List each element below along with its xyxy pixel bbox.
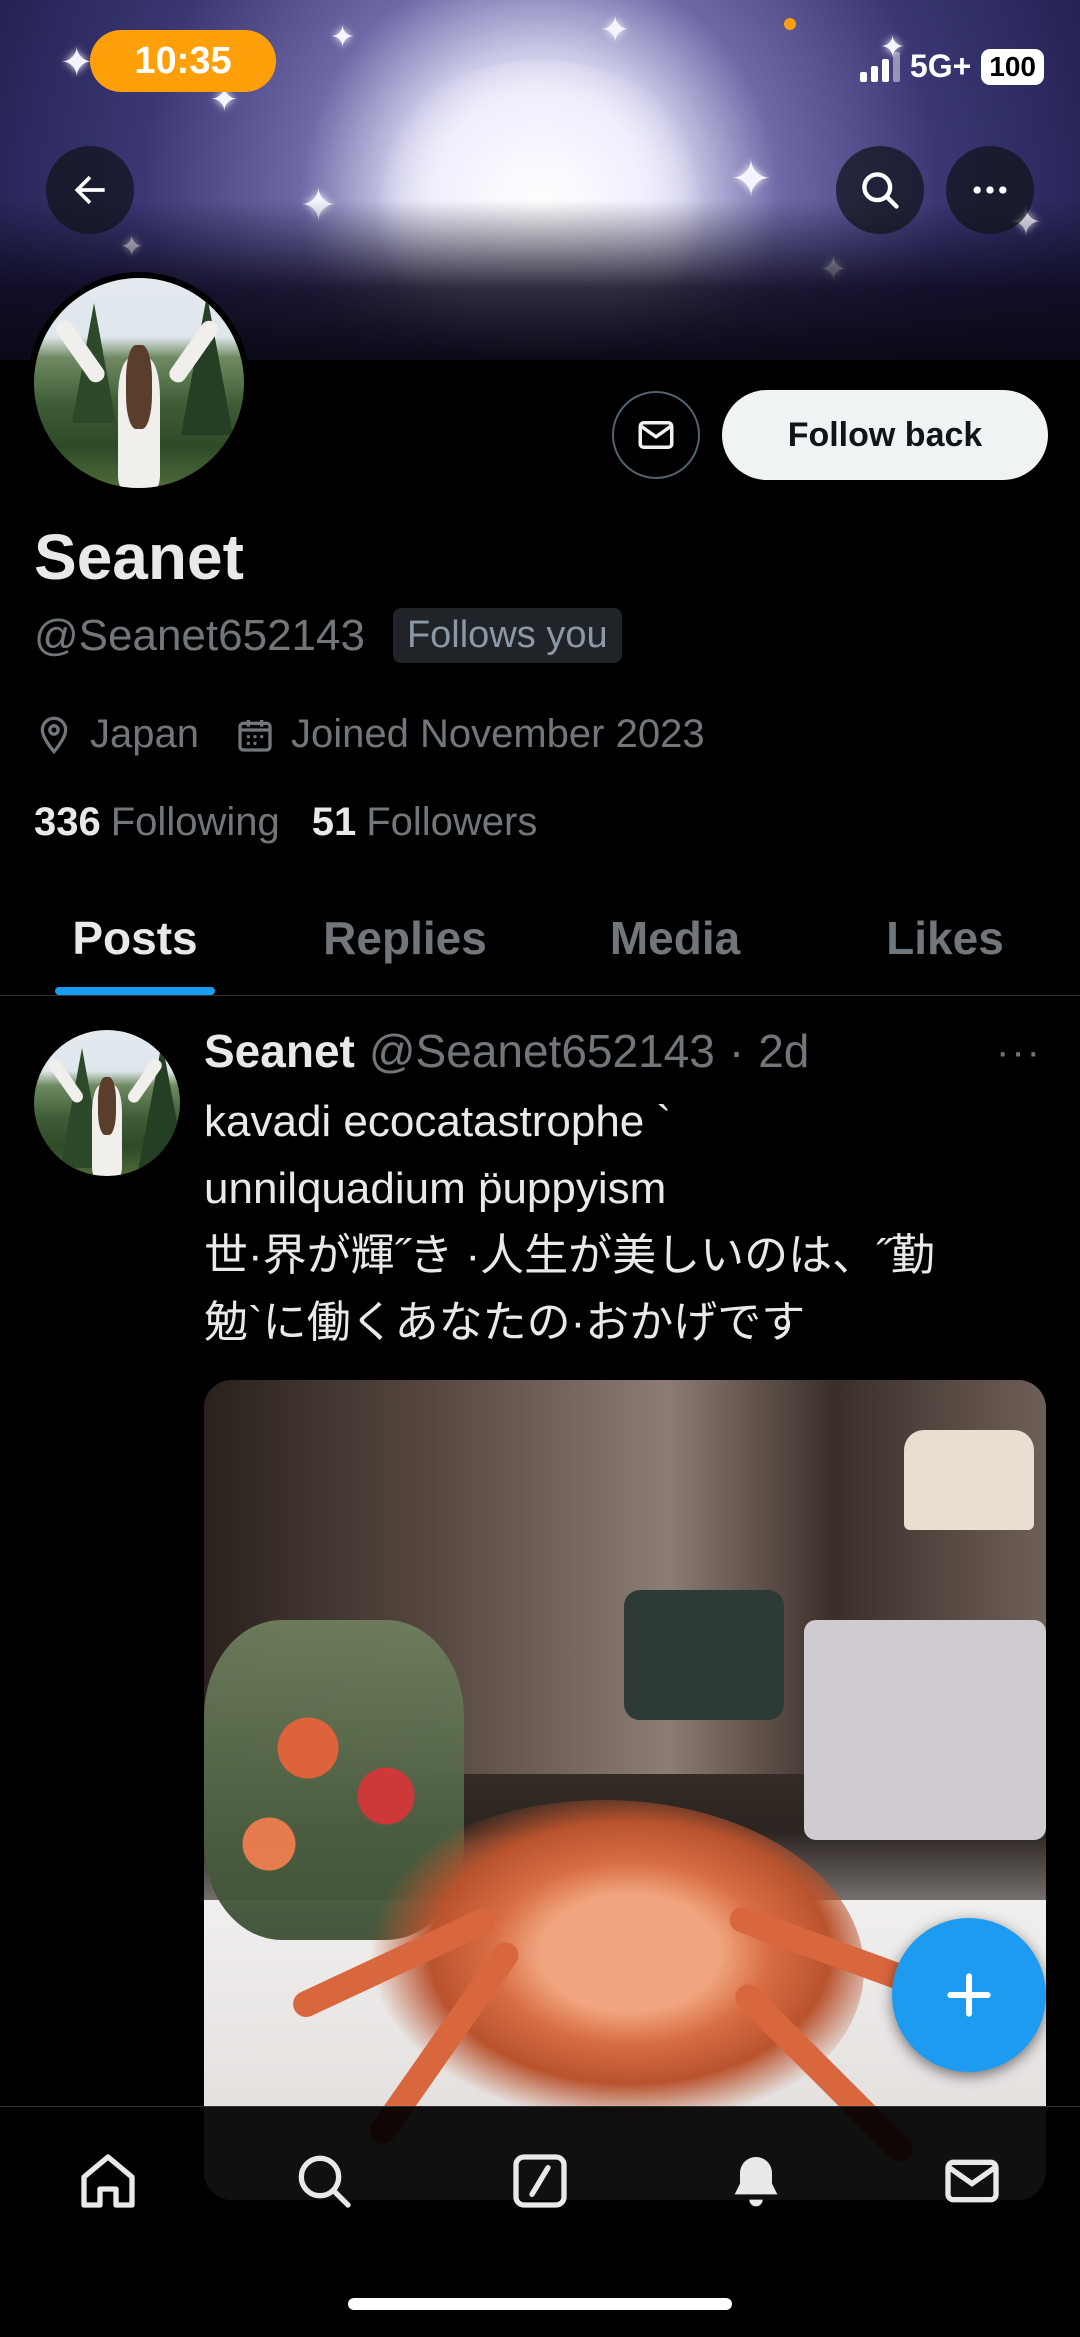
envelope-icon [945, 2159, 999, 2203]
signal-icon [859, 51, 900, 82]
post-avatar[interactable] [34, 1030, 180, 1176]
back-button[interactable] [46, 146, 134, 234]
home-indicator[interactable] [348, 2298, 732, 2310]
join-date: Joined November 2023 [235, 712, 705, 757]
tab-media[interactable]: Media [540, 880, 810, 995]
handle-row: @Seanet652143 Follows you [34, 608, 622, 663]
user-handle: @Seanet652143 [34, 610, 365, 660]
status-indicators: 5G+ 100 [859, 48, 1044, 85]
nav-grok[interactable] [504, 2145, 576, 2217]
following-count: 336 [34, 800, 101, 844]
post-time: 2d [758, 1025, 810, 1077]
follow-counts: 336 Following 51 Followers [34, 800, 537, 845]
lamp [904, 1430, 1034, 1530]
sparkle-icon: ✦ [330, 20, 356, 55]
search-icon [298, 2155, 351, 2208]
home-icon [81, 2154, 135, 2208]
profile-meta: Japan Joined November 2023 [34, 712, 705, 757]
status-time: 10:35 [90, 30, 276, 92]
post-media-image[interactable] [204, 1380, 1046, 2200]
followers-label: Followers [366, 800, 538, 844]
tab-posts[interactable]: Posts [0, 880, 270, 995]
sparkle-icon: ✦ [600, 10, 631, 51]
more-horizontal-icon [973, 186, 1007, 194]
nav-explore[interactable] [288, 2145, 360, 2217]
bell-icon [734, 2157, 778, 2207]
armchair [624, 1590, 784, 1720]
tab-likes[interactable]: Likes [810, 880, 1080, 995]
following-label: Following [110, 800, 280, 844]
compose-post-button[interactable] [892, 1918, 1046, 2072]
calendar-icon [238, 719, 272, 752]
compose-grok-icon [513, 2154, 567, 2208]
arrow-left-icon [74, 175, 105, 205]
post-more-button[interactable]: ··· [996, 1030, 1042, 1075]
avatar-photo [34, 1030, 180, 1176]
post-author-handle: @Seanet652143 [368, 1025, 715, 1077]
search-icon [862, 172, 899, 209]
sparkle-icon: ✦ [60, 40, 94, 86]
join-date-text: Joined November 2023 [290, 712, 705, 756]
battery-level: 100 [981, 48, 1044, 85]
post-text: kavadi ecocatastrophe ` unnilquadium p̈u… [204, 1097, 935, 1347]
post-separator: · [728, 1025, 745, 1077]
avatar-photo [34, 278, 244, 488]
display-name: Seanet [34, 521, 244, 593]
location-text: Japan [90, 712, 199, 756]
plus-icon [947, 1973, 991, 2017]
location: Japan [34, 712, 199, 757]
nav-home[interactable] [72, 2145, 144, 2217]
tab-replies[interactable]: Replies [270, 880, 540, 995]
followers-count: 51 [311, 800, 357, 844]
post-author-name[interactable]: Seanet [204, 1024, 355, 1078]
message-button[interactable] [612, 391, 700, 479]
post-header: Seanet @Seanet652143 · 2d [204, 1024, 809, 1078]
profile-avatar[interactable] [28, 272, 250, 494]
privacy-indicator [784, 18, 796, 30]
side-table [804, 1620, 1046, 1840]
nav-messages[interactable] [936, 2145, 1008, 2217]
envelope-icon [638, 421, 674, 449]
followers-link[interactable]: 51 Followers [312, 800, 538, 845]
search-button[interactable] [836, 146, 924, 234]
nav-notifications[interactable] [720, 2145, 792, 2217]
more-button[interactable] [946, 146, 1034, 234]
following-link[interactable]: 336 Following [34, 800, 280, 845]
follows-you-badge: Follows you [392, 608, 622, 663]
network-type: 5G+ [909, 48, 972, 84]
profile-tabs: Posts Replies Media Likes [0, 880, 1080, 996]
follow-back-button[interactable]: Follow back [722, 390, 1048, 480]
location-pin-icon [40, 716, 68, 754]
